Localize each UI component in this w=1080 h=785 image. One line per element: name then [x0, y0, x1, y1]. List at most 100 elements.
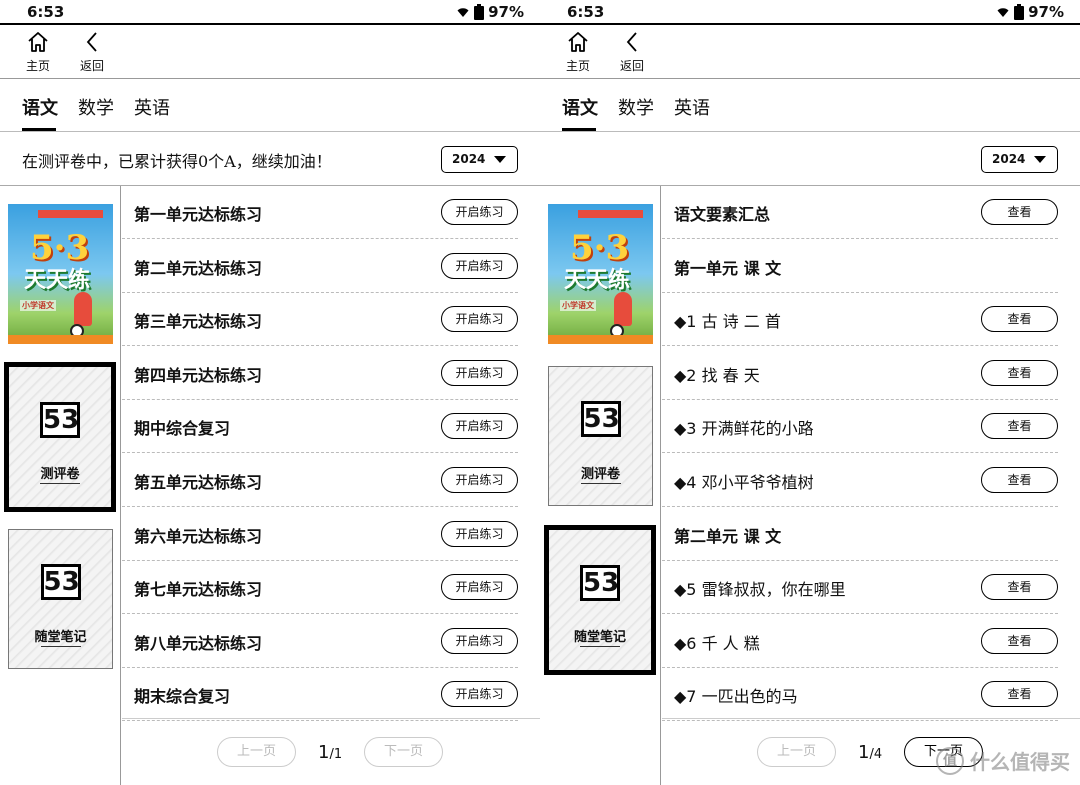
view-button[interactable]: 查看: [981, 413, 1058, 440]
home-button[interactable]: 主页: [558, 29, 598, 77]
view-button[interactable]: 查看: [981, 359, 1058, 386]
year-value: 2024: [992, 152, 1026, 166]
view-button[interactable]: 查看: [981, 627, 1058, 654]
book-sidebar: 5·3 天天练 小学语文 53 测评卷 53 随堂笔记: [540, 186, 661, 785]
view-button[interactable]: 查看: [981, 574, 1058, 601]
page-current: 1: [318, 742, 330, 763]
textbook-cover[interactable]: 5·3 天天练 小学语文: [548, 204, 653, 344]
status-bar: 6:53 97%: [0, 0, 540, 25]
page-current: 1: [858, 742, 870, 763]
cover-subject: 小学语文: [20, 300, 56, 311]
status-time: 6:53: [567, 3, 605, 21]
exercise-row: 第八单元达标练习 开启练习: [122, 615, 518, 668]
lesson-row: ◆2 找 春 天 查看: [662, 347, 1058, 400]
start-practice-button[interactable]: 开启练习: [441, 199, 518, 225]
card-rule: [40, 483, 80, 484]
exercise-row: 第四单元达标练习 开启练习: [122, 347, 518, 400]
row-title: 第四单元达标练习: [134, 365, 263, 385]
class-notes-label: 随堂笔记: [34, 630, 87, 645]
prev-page-button[interactable]: 上一页: [757, 737, 836, 767]
53-logo-icon: 53: [580, 565, 620, 602]
back-button[interactable]: 返回: [72, 29, 112, 77]
lesson-row: 语文要素汇总 查看: [662, 186, 1058, 239]
class-notes-card[interactable]: 53 随堂笔记: [544, 525, 656, 675]
home-label: 主页: [25, 59, 50, 73]
status-right: 97%: [996, 3, 1064, 21]
tab-math[interactable]: 数学: [78, 94, 114, 120]
year-select[interactable]: 2024: [441, 146, 518, 173]
card-rule: [580, 483, 621, 484]
row-title: ◆7 一匹出色的马: [674, 687, 798, 707]
row-title: 第六单元达标练习: [134, 526, 263, 546]
start-practice-button[interactable]: 开启练习: [441, 467, 518, 493]
battery-percent: 97%: [488, 3, 524, 21]
tab-english[interactable]: 英语: [674, 94, 710, 120]
test-paper-card[interactable]: 53 测评卷: [4, 362, 116, 512]
battery-icon: [474, 4, 485, 20]
class-notes-card[interactable]: 53 随堂笔记: [8, 529, 113, 669]
cover-footer-band: [8, 335, 113, 344]
wifi-icon: [456, 6, 470, 18]
row-title: ◆5 雷锋叔叔，你在哪里: [674, 580, 846, 600]
view-button[interactable]: 查看: [981, 681, 1058, 708]
view-button[interactable]: 查看: [981, 199, 1058, 225]
chevron-left-icon: [626, 32, 637, 52]
row-title: 语文要素汇总: [674, 205, 771, 224]
back-label: 返回: [79, 59, 104, 73]
tab-active-indicator: [562, 128, 596, 131]
status-right: 97%: [456, 3, 524, 21]
start-practice-button[interactable]: 开启练习: [441, 574, 518, 601]
start-practice-button[interactable]: 开启练习: [441, 413, 518, 440]
lesson-row: ◆4 邓小平爷爷植树 查看: [662, 454, 1058, 507]
home-label: 主页: [565, 59, 590, 73]
tab-english[interactable]: 英语: [134, 94, 170, 120]
textbook-cover[interactable]: 5·3 天天练 小学语文: [8, 204, 113, 344]
exercise-row: 第六单元达标练习 开启练习: [122, 508, 518, 561]
test-paper-card[interactable]: 53 测评卷: [548, 366, 653, 506]
next-page-button[interactable]: 下一页: [364, 737, 443, 767]
exercise-row: 第一单元达标练习 开启练习: [122, 186, 518, 239]
tab-active-indicator: [22, 128, 56, 131]
row-title: ◆2 找 春 天: [674, 365, 760, 385]
year-select[interactable]: 2024: [981, 146, 1058, 173]
page-indicator: 1/4: [858, 742, 882, 763]
row-title: 第八单元达标练习: [134, 633, 263, 653]
caret-down-icon: [1034, 156, 1046, 163]
right-screen: 6:53 97% 主页 返回 语文 数学 英语 2024 5·3 天天练 小学语…: [540, 0, 1080, 785]
card-rule: [40, 646, 81, 647]
start-practice-button[interactable]: 开启练习: [441, 252, 518, 279]
tab-chinese[interactable]: 语文: [22, 94, 58, 120]
watermark-logo-icon: 值: [936, 746, 964, 775]
cover-band: [578, 210, 643, 218]
home-button[interactable]: 主页: [18, 29, 58, 77]
start-practice-button[interactable]: 开启练习: [441, 306, 518, 333]
view-button[interactable]: 查看: [981, 467, 1058, 493]
row-title: 第二单元达标练习: [134, 258, 263, 278]
start-practice-button[interactable]: 开启练习: [441, 520, 518, 547]
cover-band: [38, 210, 103, 218]
test-paper-label: 测评卷: [40, 467, 80, 482]
cover-footer-band: [548, 335, 653, 344]
start-practice-button[interactable]: 开启练习: [441, 359, 518, 386]
prev-page-button[interactable]: 上一页: [217, 737, 296, 767]
caret-down-icon: [494, 156, 506, 163]
list-bottom-divider: [122, 718, 540, 719]
wifi-icon: [996, 6, 1010, 18]
tab-math[interactable]: 数学: [618, 94, 654, 120]
lesson-row: ◆1 古 诗 二 首 查看: [662, 293, 1058, 347]
exercise-row: 第二单元达标练习 开启练习: [122, 240, 518, 293]
back-button[interactable]: 返回: [612, 29, 652, 77]
lesson-row: ◆7 一匹出色的马 查看: [662, 668, 1058, 722]
view-button[interactable]: 查看: [981, 306, 1058, 333]
watermark: 值 什么值得买: [936, 746, 1070, 775]
start-practice-button[interactable]: 开启练习: [441, 681, 518, 708]
53-logo-icon: 53: [40, 564, 81, 601]
exercise-row: 期中综合复习 开启练习: [122, 400, 518, 454]
row-title: 期中综合复习: [134, 419, 231, 439]
lesson-row: 第一单元 课 文: [662, 240, 1058, 293]
row-title: 第三单元达标练习: [134, 312, 263, 332]
start-practice-button[interactable]: 开启练习: [441, 627, 518, 654]
tab-chinese[interactable]: 语文: [562, 94, 598, 120]
status-bar: 6:53 97%: [540, 0, 1080, 25]
cover-title: 天天练: [24, 268, 91, 293]
